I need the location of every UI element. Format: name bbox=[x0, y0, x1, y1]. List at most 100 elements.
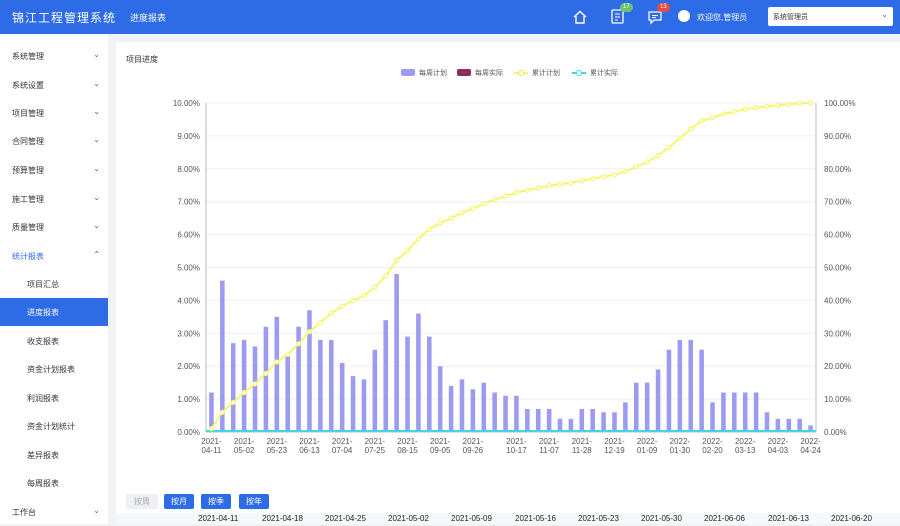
point-cumulative-plan bbox=[666, 144, 672, 151]
point-cumulative-plan bbox=[295, 341, 302, 347]
sidebar-item-label: 系统设置 bbox=[12, 81, 44, 90]
point-cumulative-plan bbox=[404, 248, 411, 254]
month-button[interactable]: 按月 bbox=[164, 494, 194, 509]
point-cumulative-plan bbox=[437, 220, 443, 226]
x-tick-label: 2022-04-03 bbox=[768, 437, 789, 455]
y-right-tick-label: 10.00% bbox=[824, 395, 851, 404]
sidebar-item-budget[interactable]: 预算管理 ⌄ bbox=[0, 156, 108, 184]
chevron-down-icon: ⌄ bbox=[93, 193, 100, 202]
point-cumulative-plan bbox=[470, 206, 476, 212]
date-column-header: 2021-04-18 bbox=[262, 514, 303, 523]
point-cumulative-plan bbox=[361, 292, 367, 299]
point-cumulative-plan bbox=[415, 236, 422, 242]
bar-weekly-plan bbox=[579, 408, 585, 432]
point-cumulative-plan bbox=[797, 100, 803, 106]
date-column-header: 2021-04-11 bbox=[198, 514, 239, 523]
y-right-tick-label: 100.00% bbox=[824, 99, 856, 108]
sidebar-item-quality[interactable]: 质量管理 ⌄ bbox=[0, 213, 108, 241]
line-cumulative-plan bbox=[210, 102, 811, 430]
point-cumulative-plan bbox=[524, 187, 530, 193]
point-cumulative-plan bbox=[502, 193, 509, 199]
point-cumulative-plan bbox=[655, 153, 661, 159]
bar-weekly-plan bbox=[372, 349, 378, 432]
sidebar-subitem-weekly[interactable]: 每周报表 bbox=[0, 469, 108, 497]
sidebar-item-reports[interactable]: 统计报表 ⌃ bbox=[0, 242, 108, 270]
sidebar-subitem-fund-stats[interactable]: 资金计划统计 bbox=[0, 412, 108, 440]
date-column-header: 2021-06-20 bbox=[831, 514, 872, 523]
bar-weekly-plan bbox=[601, 412, 606, 432]
chevron-up-icon: ⌃ bbox=[93, 250, 100, 259]
sidebar-subitem-fund-plan[interactable]: 资金计划报表 bbox=[0, 355, 108, 383]
home-icon[interactable] bbox=[572, 9, 588, 25]
y-left-tick-label: 4.00% bbox=[177, 296, 200, 305]
y-left-tick-label: 7.00% bbox=[177, 198, 200, 207]
tab-progress-report[interactable]: 进度报表 bbox=[130, 11, 166, 24]
quarter-button[interactable]: 按季 bbox=[201, 494, 231, 509]
point-cumulative-plan bbox=[492, 197, 498, 203]
point-cumulative-plan bbox=[742, 106, 748, 112]
date-column-header: 2021-05-23 bbox=[578, 514, 619, 523]
bar-weekly-plan bbox=[764, 412, 770, 432]
point-cumulative-plan bbox=[677, 135, 683, 141]
sidebar-item-label: 资金计划报表 bbox=[27, 365, 75, 374]
bar-weekly-plan bbox=[644, 382, 650, 432]
point-cumulative-plan bbox=[230, 399, 236, 405]
bar-weekly-plan bbox=[710, 402, 715, 432]
task-badge: 17 bbox=[620, 3, 633, 12]
sidebar-item-settings[interactable]: 系统设置 ⌄ bbox=[0, 71, 108, 99]
date-column-header: 2021-05-16 bbox=[515, 514, 556, 523]
bar-weekly-plan bbox=[285, 356, 290, 432]
bar-weekly-plan bbox=[677, 339, 683, 432]
y-left-tick-label: 3.00% bbox=[177, 329, 200, 338]
point-cumulative-plan bbox=[317, 319, 323, 326]
point-cumulative-plan bbox=[208, 426, 215, 432]
sidebar-subitem-profit[interactable]: 利润报表 bbox=[0, 384, 108, 412]
sidebar-subitem-project-summary[interactable]: 项目汇总 bbox=[0, 270, 108, 298]
sidebar-item-contracts[interactable]: 合同管理 ⌄ bbox=[0, 127, 108, 155]
y-right-tick-label: 40.00% bbox=[824, 296, 851, 305]
app-logo: 锦江工程管理系统 bbox=[12, 11, 117, 25]
x-tick-label: 2021-10-17 bbox=[506, 437, 527, 455]
sidebar-item-label: 收支报表 bbox=[27, 337, 59, 346]
point-cumulative-plan bbox=[285, 351, 291, 357]
x-tick-label: 2021-11-28 bbox=[572, 437, 593, 455]
sidebar-item-construction[interactable]: 施工管理 ⌄ bbox=[0, 185, 108, 213]
user-select[interactable]: 系统管理员 ⌄ bbox=[768, 7, 893, 26]
point-cumulative-plan bbox=[513, 189, 520, 196]
bar-weekly-plan bbox=[459, 379, 465, 432]
x-tick-label: 2021-06-13 bbox=[299, 437, 320, 455]
point-cumulative-plan bbox=[720, 111, 727, 117]
point-cumulative-plan bbox=[557, 181, 563, 187]
y-left-tick-label: 0.00% bbox=[177, 428, 200, 437]
point-cumulative-plan bbox=[786, 101, 792, 107]
y-right-tick-label: 90.00% bbox=[824, 132, 851, 141]
sidebar-item-label: 系统管理 bbox=[12, 52, 44, 61]
chevron-down-icon: ⌄ bbox=[93, 79, 100, 88]
sidebar-item-projects[interactable]: 项目管理 ⌄ bbox=[0, 99, 108, 127]
x-tick-label: 2022-01-30 bbox=[670, 437, 691, 455]
sidebar-item-system[interactable]: 系统管理 ⌄ bbox=[0, 42, 108, 70]
sidebar-item-workbench[interactable]: 工作台 ⌄ bbox=[0, 498, 108, 526]
avatar[interactable] bbox=[678, 10, 690, 22]
date-header-row: 2021-04-11 2021-04-18 2021-04-25 2021-05… bbox=[116, 513, 900, 524]
bar-weekly-plan bbox=[274, 316, 280, 432]
year-button[interactable]: 按年 bbox=[239, 494, 269, 509]
week-button[interactable]: 按周 bbox=[126, 494, 158, 509]
point-cumulative-plan bbox=[263, 370, 269, 377]
point-cumulative-plan bbox=[644, 159, 650, 165]
x-tick-label: 2021-05-23 bbox=[267, 437, 288, 455]
chevron-down-icon: ⌄ bbox=[93, 50, 100, 59]
point-cumulative-plan bbox=[394, 257, 400, 263]
y-right-tick-label: 80.00% bbox=[824, 165, 851, 174]
point-cumulative-plan bbox=[764, 103, 770, 109]
point-cumulative-plan bbox=[775, 102, 781, 108]
sidebar-subitem-progress-report[interactable]: 进度报表 bbox=[0, 298, 108, 326]
point-cumulative-plan bbox=[426, 226, 432, 232]
y-left-tick-label: 2.00% bbox=[177, 362, 200, 371]
sidebar-subitem-income-expense[interactable]: 收支报表 bbox=[0, 327, 108, 355]
x-tick-label: 2021-09-05 bbox=[430, 437, 451, 455]
x-tick-label: 2021-07-25 bbox=[365, 437, 386, 455]
sidebar-subitem-variance[interactable]: 差异报表 bbox=[0, 441, 108, 469]
bar-weekly-plan bbox=[470, 389, 476, 432]
point-cumulative-plan bbox=[731, 108, 737, 115]
